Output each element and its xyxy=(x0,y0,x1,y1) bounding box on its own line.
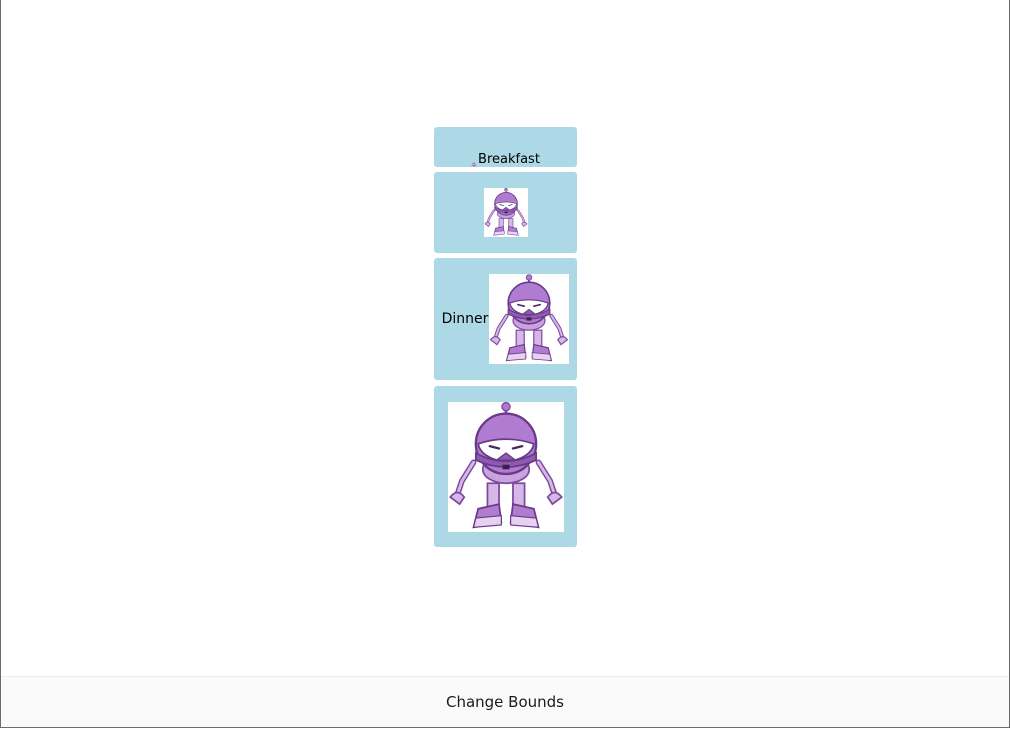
dinner-button[interactable]: Dinner xyxy=(434,258,577,380)
robot-icon xyxy=(483,188,528,237)
change-bounds-button[interactable]: Change Bounds xyxy=(434,687,576,717)
dinner-button-label: Dinner xyxy=(441,311,489,327)
app-window: Breakfast Dinner Change Bounds xyxy=(0,0,1010,728)
breakfast-button-content: Breakfast xyxy=(471,133,540,167)
breakfast-button[interactable]: Breakfast xyxy=(434,127,577,167)
robot-image-button-small[interactable] xyxy=(434,172,577,253)
breakfast-button-label: Breakfast xyxy=(478,152,540,167)
footer-bar: Change Bounds xyxy=(1,676,1009,727)
robot-icon xyxy=(447,401,564,532)
button-stack: Breakfast Dinner xyxy=(434,127,577,552)
robot-icon xyxy=(471,159,477,167)
robot-image-button-large[interactable] xyxy=(434,386,577,547)
robot-icon xyxy=(489,274,570,364)
main-content: Breakfast Dinner xyxy=(1,0,1009,676)
